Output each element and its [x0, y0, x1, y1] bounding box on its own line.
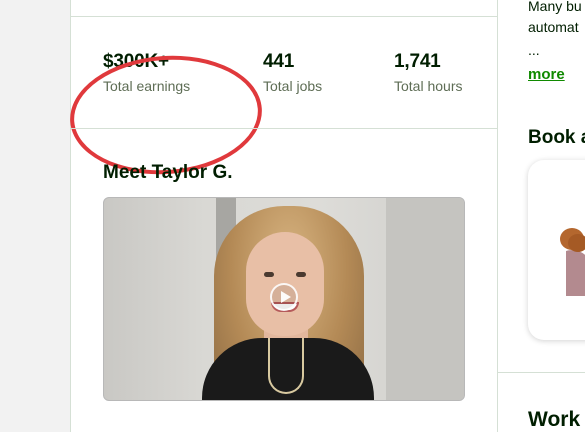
- play-icon: [281, 291, 291, 303]
- card-illustration-hair: [568, 234, 585, 252]
- video-person-eye: [296, 272, 306, 277]
- sidebar-description-line: Many bu: [528, 0, 582, 14]
- stat-value: $300K+: [103, 51, 169, 72]
- video-section-title: Meet Taylor G.: [103, 162, 233, 183]
- right-sidebar: Many bu automat ... more Book a Work: [498, 0, 585, 432]
- page: $300K+ Total earnings 441 Total jobs 1,7…: [0, 0, 585, 432]
- stat-value: 1,741: [394, 51, 441, 72]
- sidebar-description-line: automat: [528, 19, 579, 35]
- card-illustration-shade: [552, 244, 566, 296]
- stat-label: Total hours: [394, 78, 463, 94]
- sidebar-heading-work: Work: [528, 408, 581, 431]
- freelancer-profile-panel: $300K+ Total earnings 441 Total jobs 1,7…: [66, 0, 498, 432]
- stat-value: 441: [263, 51, 295, 72]
- video-person-eye: [264, 272, 274, 277]
- stat-total-earnings: $300K+ Total earnings: [66, 49, 266, 181]
- video-person-necklace: [268, 338, 304, 394]
- more-link[interactable]: more: [528, 66, 565, 83]
- intro-video-player[interactable]: [103, 197, 465, 401]
- divider: [498, 372, 585, 373]
- play-button[interactable]: [270, 283, 298, 311]
- consultation-card[interactable]: [528, 160, 585, 340]
- stat-total-hours: 1,741 Total hours: [394, 52, 462, 93]
- stat-total-jobs: 441 Total jobs: [263, 52, 322, 93]
- video-background: [386, 198, 464, 400]
- stat-label: Total earnings: [103, 78, 191, 94]
- sidebar-heading: Book a: [528, 127, 585, 148]
- divider: [71, 16, 497, 17]
- sidebar-description-ellipsis: ...: [528, 42, 540, 58]
- divider: [71, 128, 497, 129]
- stat-label: Total jobs: [263, 78, 323, 94]
